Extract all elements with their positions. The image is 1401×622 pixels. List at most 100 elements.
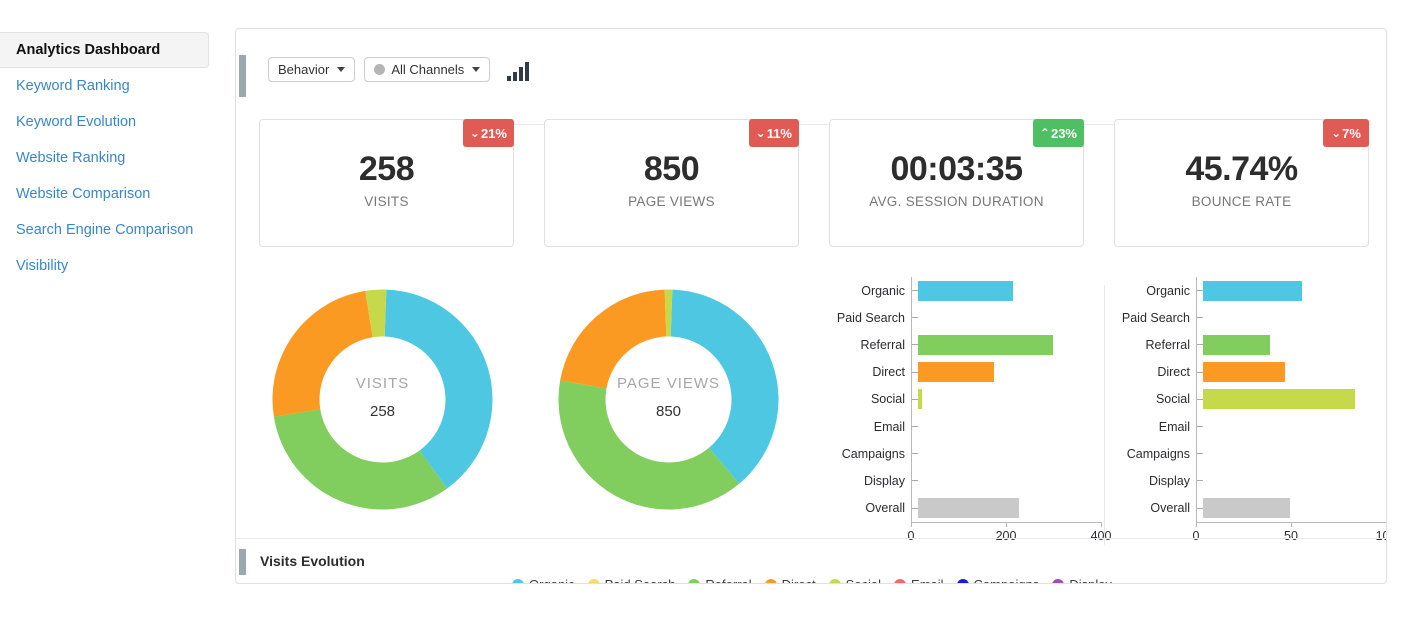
bar-segment[interactable] [918, 280, 1013, 301]
bar-track [918, 495, 1111, 522]
bar-row: Social [1106, 386, 1386, 413]
bar-segment[interactable] [1203, 362, 1285, 383]
donut-slice[interactable] [558, 380, 740, 510]
visits-evolution-section: Visits Evolution [236, 538, 1386, 583]
bar-row: Campaigns [1106, 440, 1386, 467]
bar-category-label: Referral [860, 337, 905, 352]
bar-row: Organic [821, 277, 1111, 304]
sidebar-item-analytics-dashboard[interactable]: Analytics Dashboard [0, 32, 209, 68]
sidebar-nav: Analytics Dashboard Keyword Ranking Keywor… [0, 0, 211, 622]
chevron-down-icon [472, 67, 481, 72]
visits-by-channel-bar-chart[interactable]: Organic Paid Search Referral Direct Social Em… [821, 277, 1111, 559]
bar-chart-icon[interactable] [507, 59, 530, 81]
bar-segment[interactable] [918, 389, 922, 410]
bar-category-label: Paid Search [836, 310, 905, 325]
bar-row: Display [1106, 467, 1386, 494]
kpi-change-value: 23% [1050, 125, 1077, 141]
bar-category-label: Email [873, 419, 905, 434]
bar-track [1203, 359, 1386, 386]
bar-row: Overall [821, 495, 1111, 522]
donut-slice[interactable] [273, 409, 448, 510]
sidebar-item-label: Keyword Ranking [16, 78, 130, 94]
kpi-card: ⌄ 11% 850 PAGE VIEWS [544, 119, 799, 247]
sidebar-item-keyword-ranking[interactable]: Keyword Ranking [0, 68, 211, 104]
kpi-change-value: 21% [480, 125, 507, 141]
circle-icon [374, 64, 386, 75]
sidebar-item-website-comparison[interactable]: Website Comparison [0, 176, 211, 212]
bar-category-label: Overall [1150, 501, 1190, 516]
sidebar-item-label: Search Engine Comparison [16, 222, 194, 238]
x-axis-tick [1386, 522, 1387, 527]
bar-track [918, 277, 1111, 304]
bar-segment[interactable] [918, 498, 1019, 518]
bar-row: Direct [821, 359, 1111, 386]
bar-category-label: Direct [872, 365, 905, 380]
kpi-change-value: 7% [1342, 125, 1361, 141]
sidebar-item-label: Website Comparison [16, 186, 151, 202]
bar-row: Campaigns [821, 440, 1111, 467]
pageviews-donut-chart[interactable]: PAGE VIEWS 850 [546, 277, 791, 527]
donut-slice[interactable] [272, 290, 373, 417]
sidebar-item-website-ranking[interactable]: Website Ranking [0, 140, 211, 176]
bar-category-label: Social [870, 392, 905, 407]
bar-segment[interactable] [1203, 280, 1302, 301]
bar-track [918, 359, 1111, 386]
bar-segment[interactable] [918, 362, 994, 383]
kpi-value: 45.74% [1185, 150, 1298, 188]
chart-separator [1104, 285, 1105, 545]
visits-donut-chart[interactable]: VISITS 258 [260, 277, 505, 527]
sidebar-item-keyword-evolution[interactable]: Keyword Evolution [0, 104, 211, 140]
sidebar-item-visibility[interactable]: Visibility [0, 248, 211, 284]
bar-track [918, 304, 1111, 331]
bar-track [918, 386, 1111, 413]
bar-row: Display [821, 467, 1111, 494]
bar-category-label: Social [1155, 392, 1190, 407]
sidebar-item-label: Keyword Evolution [16, 114, 137, 130]
bar-row: Referral [821, 331, 1111, 358]
bar-row: Paid Search [821, 304, 1111, 331]
kpi-card: ⌄ 21% 258 VISITS [259, 119, 514, 247]
bar-rows: Organic Paid Search Referral Direct Social Em… [821, 277, 1111, 522]
panel-accent-bar [239, 55, 246, 97]
kpi-change-badge: ⌄ 21% [462, 119, 514, 147]
donut-slice[interactable] [560, 289, 667, 389]
y-axis-line [1196, 277, 1197, 522]
bar-segment[interactable] [1203, 498, 1291, 518]
bar-track [918, 440, 1111, 467]
bar-track [918, 467, 1111, 494]
bar-track [1203, 277, 1386, 304]
donut-center-value: 850 [655, 403, 682, 420]
kpi-label: AVG. SESSION DURATION [869, 194, 1044, 209]
donut-center-label: PAGE VIEWS [616, 375, 721, 392]
bar-category-label: Email [1158, 419, 1190, 434]
bar-track [918, 331, 1111, 358]
bar-category-label: Campaigns [1126, 446, 1190, 461]
bar-track [918, 413, 1111, 440]
donut-center-label: VISITS [355, 375, 410, 392]
kpi-value: 850 [643, 150, 700, 188]
dashboard-panel: Behavior All Channels ⌄ 21% 258 VISITS ⌄ 11% 8… [235, 28, 1387, 584]
bar-segment[interactable] [1203, 334, 1270, 355]
segment-dropdown-label: Behavior [278, 62, 330, 77]
x-axis-tick [1196, 522, 1197, 527]
kpi-value: 00:03:35 [890, 150, 1023, 188]
bar-category-label: Direct [1157, 365, 1190, 380]
charts-area: VISITS 258 PAGE VIEWS 850 Organic Paid Sear… [236, 277, 1387, 583]
channel-dropdown[interactable]: All Channels [364, 57, 491, 82]
bar-segment[interactable] [1203, 389, 1355, 410]
kpi-change-badge: ⌃ 23% [1032, 119, 1084, 147]
segment-dropdown[interactable]: Behavior [268, 57, 356, 82]
bounce-by-channel-bar-chart[interactable]: Organic Paid Search Referral Direct Social Em… [1106, 277, 1387, 559]
bar-category-label: Display [864, 473, 905, 488]
bar-category-label: Referral [1145, 337, 1190, 352]
bar-track [1203, 386, 1386, 413]
bar-track [1203, 440, 1386, 467]
x-axis-tick [911, 522, 912, 527]
bar-segment[interactable] [918, 334, 1053, 355]
bar-track [1203, 304, 1386, 331]
sidebar-item-search-engine-comparison[interactable]: Search Engine Comparison [0, 212, 211, 248]
kpi-change-badge: ⌄ 11% [748, 119, 799, 147]
kpi-card: ⌄ 7% 45.74% BOUNCE RATE [1114, 119, 1369, 247]
chevron-down-icon [337, 67, 346, 72]
bar-category-label: Organic [1146, 283, 1190, 298]
